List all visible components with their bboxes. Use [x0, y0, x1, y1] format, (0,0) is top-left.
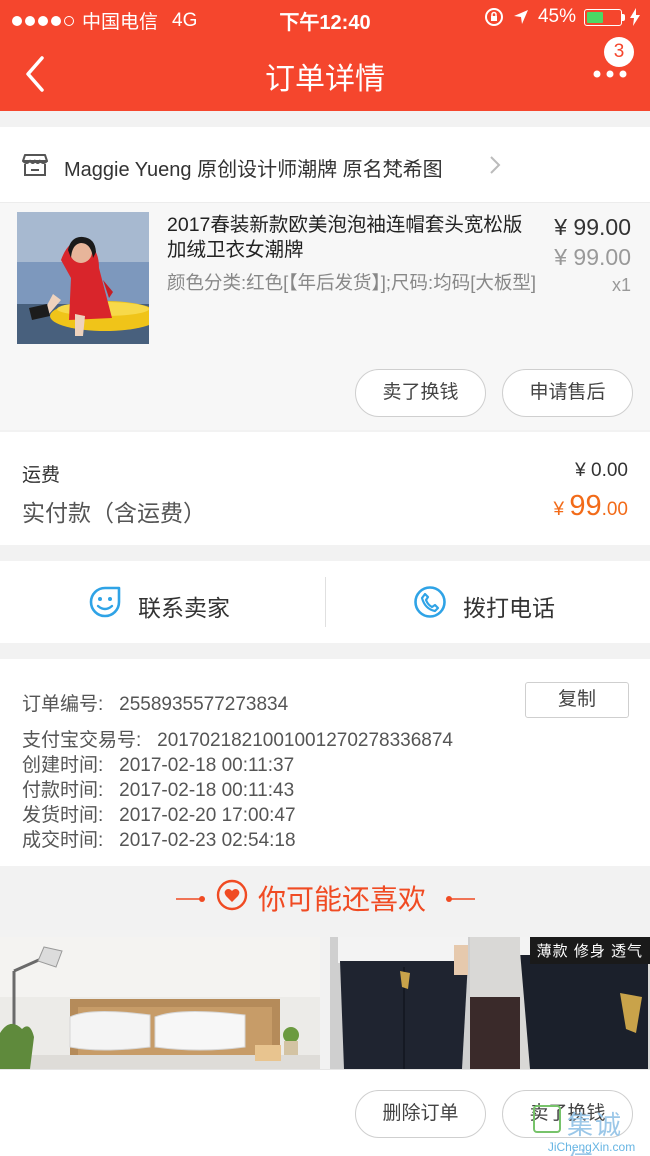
- contact-bar: 联系卖家 拨打电话: [0, 561, 650, 643]
- decor-line-right: [446, 896, 475, 902]
- recommend-tag: 薄款 修身 透气: [529, 937, 650, 964]
- product-image[interactable]: [17, 212, 149, 344]
- shipped-time: 2017-02-20 17:00:47: [119, 805, 296, 826]
- watermark-logo: [533, 1105, 561, 1133]
- recommend-item-bedding[interactable]: [0, 937, 320, 1069]
- battery-icon: [584, 8, 625, 26]
- product-sku: 颜色分类:红色[【年后发货】];尺码:均码[大板型]: [167, 272, 536, 293]
- page-title: 订单详情: [265, 63, 385, 96]
- rotation-lock-icon: [484, 8, 503, 26]
- sell-for-cash-button[interactable]: 卖了换钱: [355, 369, 486, 417]
- watermark-url: JiChengXin.com: [547, 1140, 636, 1154]
- paid-amount-integer: 99: [569, 490, 602, 522]
- contact-seller-button[interactable]: 联系卖家: [0, 561, 325, 643]
- product-quantity: x1: [611, 275, 631, 295]
- shipping-value: ¥ 0.00: [575, 460, 628, 481]
- alipay-number: 2017021821001001270278336874: [157, 730, 453, 751]
- copy-button[interactable]: 复制: [525, 682, 629, 718]
- recommend-header: 你可能还喜欢: [0, 866, 650, 936]
- paid-time: 2017-02-18 00:11:43: [119, 780, 295, 801]
- shipping-label: 运费: [22, 465, 61, 486]
- location-icon: [513, 10, 528, 24]
- product-price: ¥ 99.00: [554, 214, 631, 240]
- shipped-time-label: 发货时间:: [22, 805, 104, 826]
- product-card[interactable]: 2017春装新款欧美泡泡袖连帽套头宽松版加绒卫衣女潮牌 颜色分类:红色[【年后发…: [0, 203, 650, 430]
- paid-amount-label: 实付款（含运费）: [22, 500, 206, 526]
- delete-order-button[interactable]: 删除订单: [355, 1090, 486, 1138]
- call-phone-label: 拨打电话: [463, 595, 555, 621]
- created-time: 2017-02-18 00:11:37: [119, 755, 295, 776]
- order-info: 订单编号: 2558935577273834 复制 支付宝交易号: 201702…: [0, 659, 650, 866]
- decor-line-left: [176, 896, 205, 902]
- order-number-row: 订单编号: 2558935577273834: [22, 689, 288, 716]
- paid-time-label: 付款时间:: [22, 780, 104, 801]
- shop-name: Maggie Yueng 原创设计师潮牌 原名梵希图: [64, 159, 443, 181]
- completed-time: 2017-02-23 02:54:18: [119, 830, 296, 851]
- created-time-label: 创建时间:: [22, 755, 104, 776]
- top-bar: 中国电信 4G 下午12:40 45% 订单详情 3: [0, 0, 650, 111]
- order-number: 2558935577273834: [119, 694, 289, 715]
- after-sale-button[interactable]: 申请售后: [502, 369, 633, 417]
- watermark: 集诚信 JiChengXin.com: [533, 1105, 650, 1156]
- shop-row[interactable]: Maggie Yueng 原创设计师潮牌 原名梵希图: [0, 127, 650, 203]
- heart-icon: [216, 879, 248, 911]
- payment-summary: 运费 ¥ 0.00 实付款（含运费） ¥ 99.00: [0, 432, 650, 545]
- completed-time-label: 成交时间:: [22, 830, 104, 851]
- contact-seller-label: 联系卖家: [138, 595, 230, 621]
- alipay-label: 支付宝交易号:: [22, 730, 142, 751]
- recommend-item-pants[interactable]: 薄款 修身 透气: [330, 937, 650, 1069]
- status-bar: 中国电信 4G 下午12:40 45%: [0, 0, 650, 36]
- charging-icon: [630, 8, 640, 26]
- chevron-right-icon: [490, 156, 501, 174]
- currency-symbol: ¥: [553, 499, 570, 520]
- call-phone-button[interactable]: 拨打电话: [325, 561, 650, 643]
- shop-icon: [22, 154, 48, 176]
- paid-time-row: 付款时间: 2017-02-18 00:11:43: [22, 775, 294, 802]
- nav-bar: 订单详情 3: [0, 36, 650, 111]
- paid-amount-decimal: .00: [601, 499, 628, 520]
- recommend-title: 你可能还喜欢: [258, 884, 427, 915]
- phone-icon: [414, 586, 446, 618]
- shipped-time-row: 发货时间: 2017-02-20 17:00:47: [22, 800, 296, 827]
- completed-time-row: 成交时间: 2017-02-23 02:54:18: [22, 825, 296, 852]
- order-number-label: 订单编号:: [22, 694, 104, 715]
- battery-percent: 45%: [537, 6, 576, 27]
- created-time-row: 创建时间: 2017-02-18 00:11:37: [22, 750, 294, 777]
- message-count-badge: 3: [604, 37, 634, 67]
- chat-smile-icon: [89, 586, 121, 618]
- product-original-price: ¥ 99.00: [554, 244, 631, 270]
- paid-amount: ¥ 99.00: [553, 490, 628, 523]
- product-title[interactable]: 2017春装新款欧美泡泡袖连帽套头宽松版加绒卫衣女潮牌: [167, 213, 537, 263]
- alipay-row: 支付宝交易号: 2017021821001001270278336874: [22, 725, 453, 752]
